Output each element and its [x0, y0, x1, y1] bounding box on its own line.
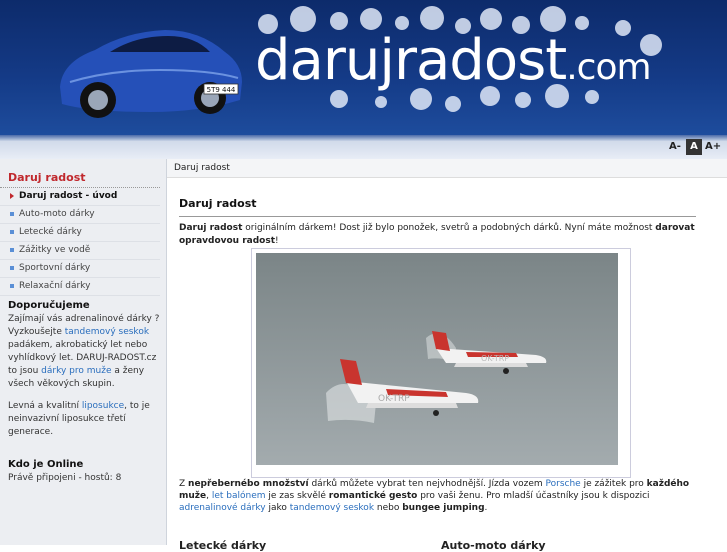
car-plate-text: 5T9 444 — [207, 86, 236, 94]
sidebar: Daruj radost Daruj radost - úvod Auto-mo… — [0, 159, 167, 545]
sidebar-item-label: Sportovní dárky — [19, 263, 91, 273]
sidebar-item-label: Zážitky ve vodě — [19, 245, 91, 255]
photo-registration: OK-TRP — [378, 394, 410, 404]
para-text: jako — [265, 503, 290, 513]
sidebar-item-label: Daruj radost - úvod — [19, 191, 118, 201]
sidebar-item-auto-moto[interactable]: Auto-moto dárky — [0, 206, 160, 224]
para-bold: romantické gesto — [328, 491, 418, 501]
logo-tld: .com — [566, 47, 651, 88]
site-header: 5T9 444 darujradost.com — [0, 0, 727, 138]
car-image: 5T9 444 — [60, 30, 242, 118]
main-content: Daruj radost Daruj radost originálním dá… — [167, 178, 727, 552]
section-heading-letecke: Letecké dárky — [179, 539, 267, 552]
bullet-icon — [10, 212, 14, 216]
recommend-heading: Doporučujeme — [8, 300, 90, 311]
tandem-skydive-link[interactable]: tandemový seskok — [65, 327, 149, 337]
para-bold: bungee jumping — [402, 503, 485, 513]
para-text: nebo — [374, 503, 403, 513]
site-logo[interactable]: darujradost.com — [255, 28, 652, 93]
porsche-link[interactable]: Porsche — [546, 479, 581, 489]
para-text: . — [484, 503, 488, 513]
font-decrease-button[interactable]: A- — [667, 139, 683, 155]
sidebar-title: Daruj radost — [0, 159, 160, 188]
breadcrumb-item[interactable]: Daruj radost — [167, 163, 230, 173]
gifts-paragraph: Z nepřebernébo množství dárků můžete vyb… — [179, 478, 699, 514]
recommend-text: Zajímají vás adrenalinové dárky ? Vyzkou… — [0, 313, 166, 391]
airplanes-photo: OK-TRP OK-TRP — [251, 248, 631, 478]
sidebar-item-label: Relaxační dárky — [19, 281, 91, 291]
sidebar-item-label: Letecké dárky — [19, 227, 82, 237]
intro-text: ! — [275, 236, 279, 246]
svg-text:OK-TRP: OK-TRP — [481, 354, 509, 363]
page-title: Daruj radost — [179, 197, 696, 217]
sidebar-item-relaxacni[interactable]: Relaxační dárky — [0, 278, 160, 296]
sidebar-item-zazitky-voda[interactable]: Zážitky ve vodě — [0, 242, 160, 260]
intro-text: originálním dárkem! Dost již bylo ponože… — [242, 223, 656, 233]
font-size-controls: A- A A+ — [667, 139, 721, 155]
bullet-icon — [10, 284, 14, 288]
bullet-icon — [10, 230, 14, 234]
liposuction-text-part: Levná a kvalitní — [8, 401, 82, 411]
liposuction-link[interactable]: liposukce — [82, 401, 124, 411]
para-text: pro vaši ženu. Pro mladší účastníky jsou… — [417, 491, 650, 501]
para-text: je zas skvělé — [265, 491, 329, 501]
font-default-button[interactable]: A — [686, 139, 702, 155]
bullet-icon — [10, 266, 14, 270]
para-bold: nepřebernébo množství — [188, 479, 309, 489]
intro-paragraph: Daruj radost originálním dárkem! Dost ji… — [179, 222, 699, 248]
liposuction-text: Levná a kvalitní liposukce, to je neinva… — [0, 400, 166, 439]
font-increase-button[interactable]: A+ — [705, 139, 721, 155]
online-count: Právě připojeni - hostů: 8 — [8, 473, 122, 483]
section-heading-auto-moto: Auto-moto dárky — [441, 539, 546, 552]
adrenaline-gifts-link[interactable]: adrenalinové dárky — [179, 503, 266, 513]
gifts-for-men-link[interactable]: dárky pro muže — [41, 366, 111, 376]
airplanes-image: OK-TRP OK-TRP — [256, 253, 618, 465]
sidebar-item-label: Auto-moto dárky — [19, 209, 95, 219]
header-band-shadow — [0, 135, 727, 141]
breadcrumb: Daruj radost — [167, 159, 727, 178]
para-text: dárků můžete vybrat ten nejvhodnější. Jí… — [308, 479, 546, 489]
online-heading: Kdo je Online — [8, 459, 84, 470]
para-text: je zážitek pro — [580, 479, 647, 489]
sidebar-item-letecke[interactable]: Letecké dárky — [0, 224, 160, 242]
bullet-icon — [10, 248, 14, 252]
para-text: Z — [179, 479, 189, 489]
sidebar-item-uvod[interactable]: Daruj radost - úvod — [0, 188, 160, 206]
intro-bold: Daruj radost — [179, 223, 243, 233]
tandem-skydive-link-main[interactable]: tandemový seskok — [290, 503, 374, 513]
balloon-link[interactable]: let balónem — [212, 491, 266, 501]
arrow-icon — [10, 193, 14, 199]
sidebar-item-sportovni[interactable]: Sportovní dárky — [0, 260, 160, 278]
sidebar-menu: Daruj radost - úvod Auto-moto dárky Lete… — [0, 188, 166, 296]
logo-text: darujradost — [255, 28, 567, 93]
